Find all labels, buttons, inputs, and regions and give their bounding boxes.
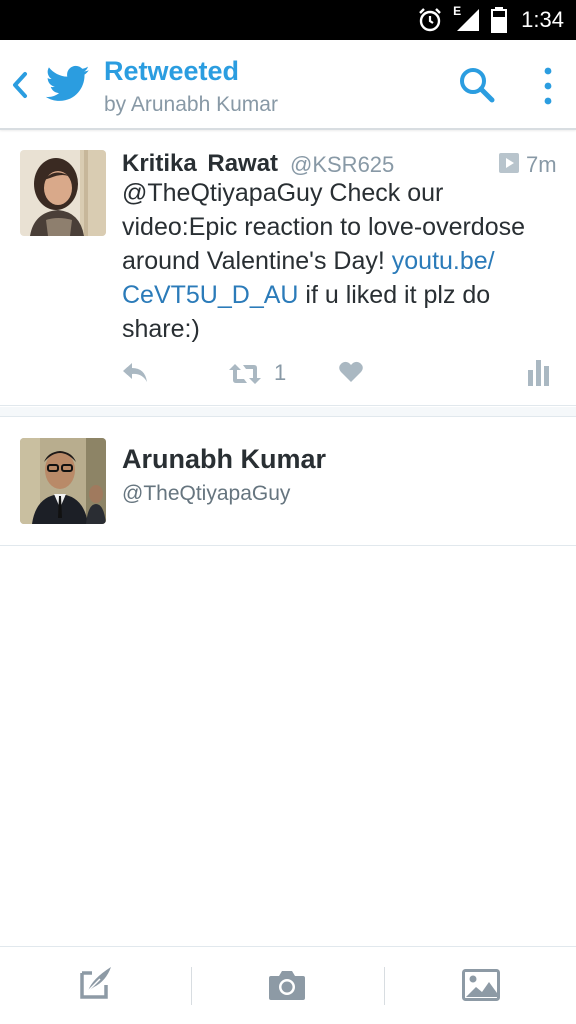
gallery-icon[interactable] bbox=[462, 969, 500, 1001]
tweet-author-name[interactable]: Kritika Rawat bbox=[122, 150, 278, 178]
section-divider bbox=[0, 407, 576, 417]
user-list-item[interactable]: Arunabh Kumar @TheQtiyapaGuy bbox=[0, 418, 576, 546]
retweet-count: 1 bbox=[274, 360, 287, 385]
toolbar-separator bbox=[191, 967, 192, 1005]
compose-icon[interactable] bbox=[78, 965, 114, 1001]
avatar[interactable] bbox=[20, 150, 106, 236]
user-name[interactable]: Arunabh Kumar bbox=[122, 444, 326, 475]
tweet-actions: 1 bbox=[0, 356, 576, 392]
back-icon[interactable] bbox=[8, 68, 32, 102]
twitter-bird-icon bbox=[46, 65, 90, 101]
more-icon[interactable] bbox=[536, 66, 560, 106]
battery-icon bbox=[491, 7, 508, 33]
user-handle: @TheQtiyapaGuy bbox=[122, 482, 291, 505]
page-subtitle: by Arunabh Kumar bbox=[104, 93, 278, 116]
retweet-icon[interactable] bbox=[228, 362, 262, 386]
bottom-toolbar bbox=[0, 946, 576, 1024]
camera-icon[interactable] bbox=[268, 969, 306, 1001]
status-bar: E 1:34 bbox=[0, 0, 576, 40]
search-icon[interactable] bbox=[458, 66, 496, 104]
avatar[interactable] bbox=[20, 438, 106, 524]
tweet-timestamp: 7m bbox=[526, 152, 557, 177]
tweet-text: @TheQtiyapaGuy Check our video:Epic reac… bbox=[122, 176, 542, 346]
like-icon[interactable] bbox=[338, 360, 364, 384]
tweet-author-handle[interactable]: @KSR625 bbox=[290, 152, 394, 178]
toolbar-separator bbox=[384, 967, 385, 1005]
analytics-icon[interactable] bbox=[526, 358, 552, 386]
video-media-icon bbox=[499, 153, 519, 173]
status-time: 1:34 bbox=[521, 7, 564, 32]
tweet-card[interactable]: Kritika Rawat @KSR625 7m @TheQtiyapaGuy … bbox=[0, 132, 576, 406]
network-type-label: E bbox=[453, 4, 462, 18]
page-title: Retweeted bbox=[104, 56, 240, 86]
signal-icon: E bbox=[453, 4, 481, 33]
app-bar: Retweeted by Arunabh Kumar bbox=[0, 40, 576, 130]
alarm-icon bbox=[419, 8, 442, 32]
reply-icon[interactable] bbox=[120, 360, 150, 386]
